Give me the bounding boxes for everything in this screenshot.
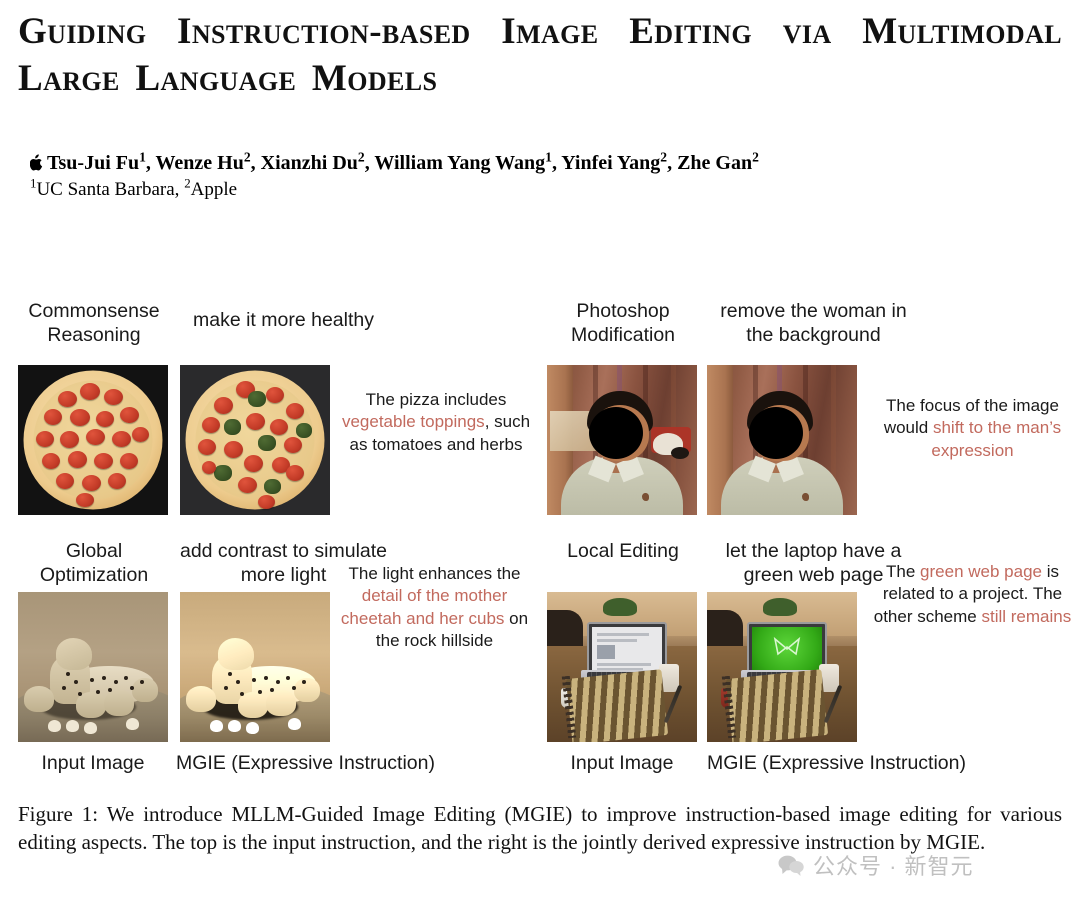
affiliation-ucsb: UC Santa Barbara, xyxy=(36,178,185,200)
output-image-desk-green-screen xyxy=(707,592,857,742)
expressive-pre: The pizza includes xyxy=(365,390,507,409)
expressive-highlight: detail of the mother cheetah and her cub… xyxy=(340,586,508,628)
output-image-pizza-veggie xyxy=(180,365,330,515)
footer-mgie-left: MGIE (Expressive Instruction) xyxy=(176,752,435,774)
input-image-portrait xyxy=(547,365,697,515)
aspect-label-global: Global Optimization xyxy=(39,540,149,586)
instruction-label-photoshop: remove the woman in the background xyxy=(720,300,907,346)
panel-local-editing: Local Editing let the laptop have a gree… xyxy=(540,535,1080,775)
panel-commonsense-reasoning: Commonsense Reasoning make it more healt… xyxy=(0,295,540,535)
page-title: Guiding Instruction-based Image Editing … xyxy=(18,11,1062,100)
output-image-portrait-edited xyxy=(707,365,857,515)
paper-header: Guiding Instruction-based Image Editing … xyxy=(18,8,1062,103)
expressive-highlight: green web page xyxy=(920,562,1042,581)
affiliation-marker-1: 1 xyxy=(139,149,146,165)
watermark: 公众号 · 新智元 xyxy=(778,849,974,881)
instruction-label-commonsense: make it more healthy xyxy=(193,309,374,331)
expressive-instruction-global: The light enhances the detail of the mot… xyxy=(332,563,537,653)
expressive-highlight: shift to the man’s expression xyxy=(931,418,1062,460)
figure-caption-text: We introduce MLLM-Guided Image Editing (… xyxy=(18,802,1062,855)
authors-block: Tsu-Jui Fu1, Wenze Hu2, Xianzhi Du2, Wil… xyxy=(30,149,1050,201)
expressive-instruction-photoshop: The focus of the image would shift to th… xyxy=(870,395,1075,462)
footer-input-image-right: Input Image xyxy=(570,752,674,774)
panel-photoshop-modification: Photoshop Modification remove the woman … xyxy=(540,295,1080,535)
affiliation-list: 1UC Santa Barbara, 2Apple xyxy=(30,175,238,200)
output-image-cheetah-contrast xyxy=(180,592,330,742)
expressive-highlight-2: still remains xyxy=(981,606,1072,626)
apple-logo-icon xyxy=(30,154,43,171)
aspect-label-photoshop: Photoshop Modification xyxy=(570,300,676,346)
first-author: Tsu-Jui Fu xyxy=(47,152,140,174)
figure-caption: Figure 1: We introduce MLLM-Guided Image… xyxy=(18,800,1062,856)
footer-input-image-left: Input Image xyxy=(41,752,145,774)
affiliation-marker-2: 2 xyxy=(243,149,251,165)
aspect-label-commonsense: Commonsense Reasoning xyxy=(28,300,160,346)
input-image-cheetah xyxy=(18,592,168,742)
screen-logo-icon xyxy=(773,637,801,656)
expressive-pre: The xyxy=(886,562,921,581)
input-image-desk xyxy=(547,592,697,742)
input-image-pizza xyxy=(18,365,168,515)
figure-1: Commonsense Reasoning make it more healt… xyxy=(0,295,1080,790)
affiliation-apple: Apple xyxy=(190,178,238,200)
watermark-text: 公众号 · 新智元 xyxy=(813,854,974,879)
panel-global-optimization: Global Optimization add contrast to simu… xyxy=(0,535,540,775)
chat-bubble-icon xyxy=(778,854,804,876)
author-list: Tsu-Jui Fu1, Wenze Hu2, Xianzhi Du2, Wil… xyxy=(30,149,1050,176)
expressive-instruction-commonsense: The pizza includes vegetable toppings, s… xyxy=(340,389,532,456)
expressive-instruction-local: The green web page is related to a proje… xyxy=(870,561,1075,628)
footer-mgie-right: MGIE (Expressive Instruction) xyxy=(707,752,966,774)
expressive-highlight: vegetable toppings xyxy=(341,412,485,432)
figure-caption-label: Figure 1: xyxy=(18,802,99,826)
aspect-label-local: Local Editing xyxy=(567,540,679,562)
expressive-pre: The light enhances the xyxy=(348,564,521,583)
